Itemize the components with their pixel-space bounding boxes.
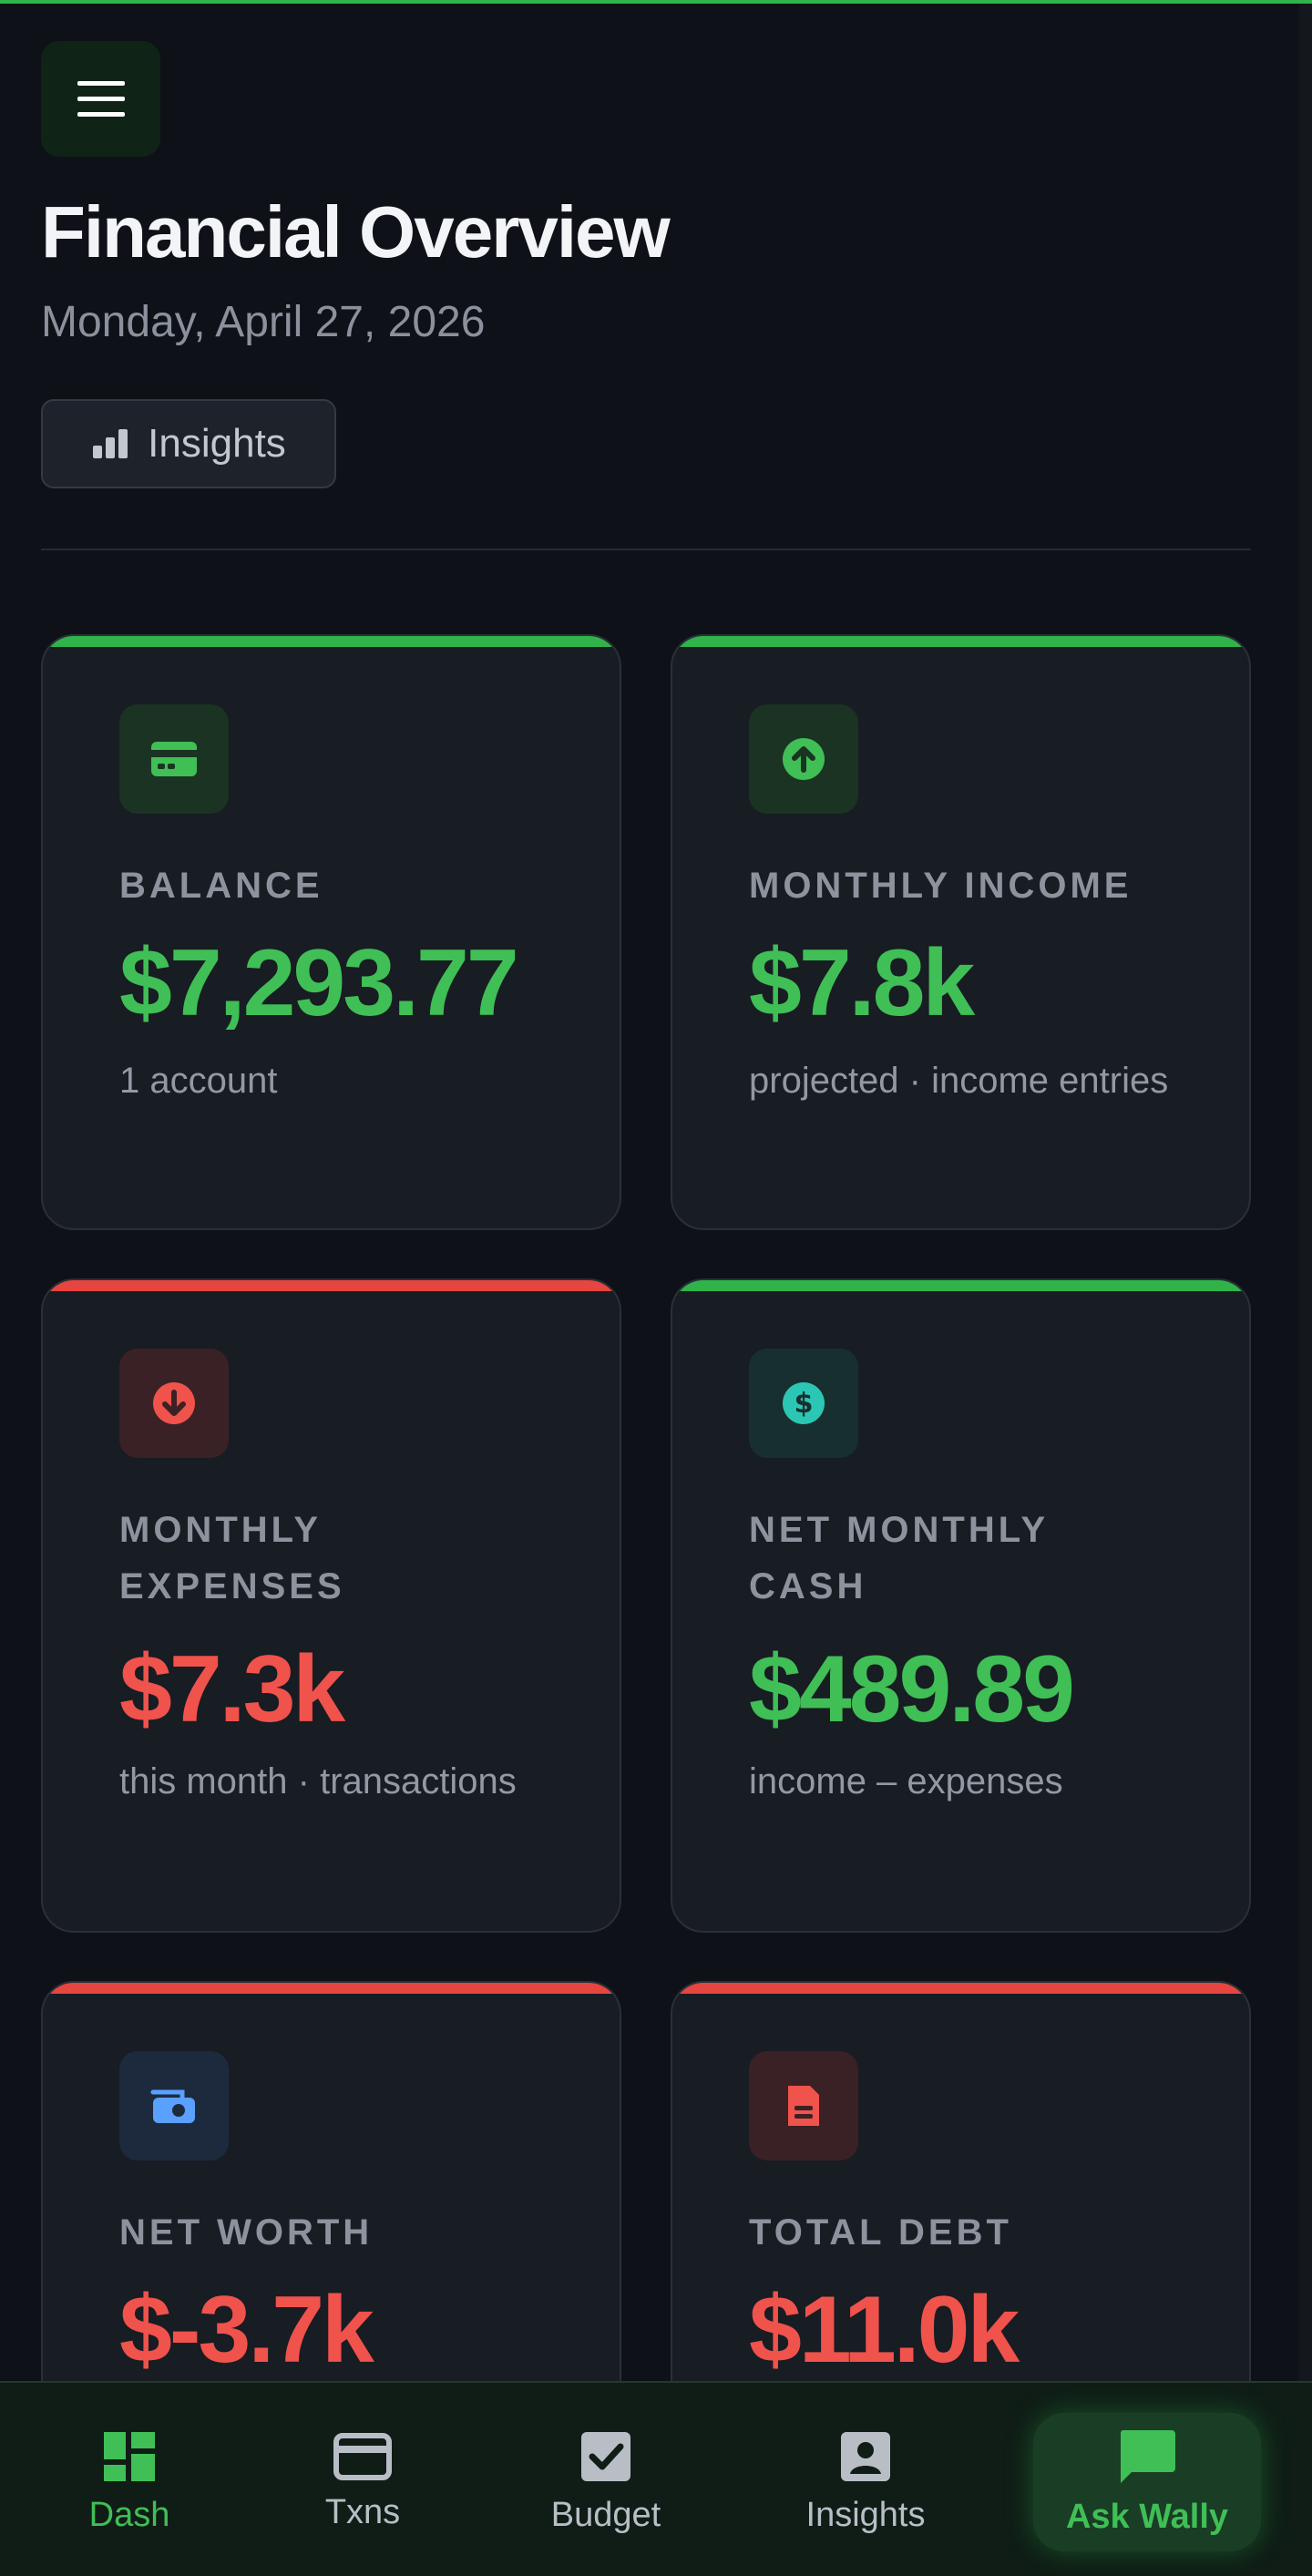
card-value: $7,293.77 xyxy=(119,930,519,1036)
nav-item-dash[interactable]: Dash xyxy=(56,2383,202,2576)
bottom-nav: Dash Txns Budget Insights Ask Wally xyxy=(0,2381,1312,2576)
nav-item-txns[interactable]: Txns xyxy=(290,2383,436,2576)
nav-label: Dash xyxy=(88,2495,170,2534)
card-label: MONTHLY EXPENSES xyxy=(119,1510,345,1606)
dashboard-icon xyxy=(104,2431,155,2481)
card-subtext: this month · transactions xyxy=(119,1761,517,1801)
balance-card[interactable]: BALANCE $7,293.77 1 account xyxy=(41,634,621,1230)
monthly-expenses-card[interactable]: MONTHLY EXPENSES $7.3k this month · tran… xyxy=(41,1278,621,1933)
scrollbar[interactable] xyxy=(1299,4,1312,2576)
bar-chart-icon xyxy=(93,429,128,458)
card-value: $489.89 xyxy=(749,1637,1075,1742)
nav-item-budget[interactable]: Budget xyxy=(533,2383,679,2576)
insights-button-label: Insights xyxy=(148,421,286,466)
monthly-income-card[interactable]: MONTHLY INCOME $7.8k projected · income … xyxy=(671,634,1251,1230)
page-title: Financial Overview xyxy=(41,191,671,272)
header-divider xyxy=(41,549,1251,550)
card-label: NET MONTHLY CASH xyxy=(749,1510,1049,1606)
ask-wally-button[interactable]: Ask Wally xyxy=(1033,2413,1261,2551)
card-value: $-3.7k xyxy=(119,2277,374,2383)
nav-label: Budget xyxy=(550,2495,661,2534)
card-accent-bar xyxy=(43,1280,620,1291)
menu-button[interactable] xyxy=(41,41,160,157)
card-accent-bar xyxy=(672,1983,1249,1994)
card-accent-bar xyxy=(43,1983,620,1994)
nav-label: Insights xyxy=(805,2495,926,2534)
arrow-down-circle-icon xyxy=(119,1349,229,1458)
card-subtext: income – expenses xyxy=(749,1761,1063,1801)
card-label: NET WORTH xyxy=(119,2212,374,2253)
card-value: $7.3k xyxy=(119,1637,345,1742)
person-icon xyxy=(841,2431,890,2481)
card-subtext: projected · income entries xyxy=(749,1061,1169,1101)
card-label: MONTHLY INCOME xyxy=(749,866,1133,906)
credit-card-icon xyxy=(119,704,229,814)
card-value: $7.8k xyxy=(749,930,975,1036)
document-icon xyxy=(749,2051,858,2160)
card-subtext: 1 account xyxy=(119,1061,278,1101)
dollar-circle-icon: $ xyxy=(749,1349,858,1458)
app-screen: Financial Overview Monday, April 27, 202… xyxy=(0,0,1312,2576)
card-label: BALANCE xyxy=(119,866,323,906)
card-value: $11.0k xyxy=(749,2277,1020,2383)
nav-item-insights[interactable]: Insights xyxy=(784,2383,948,2576)
wallet-icon xyxy=(119,2051,229,2160)
page-date: Monday, April 27, 2026 xyxy=(41,298,486,346)
arrow-up-circle-icon xyxy=(749,704,858,814)
card-accent-bar xyxy=(43,636,620,647)
insights-button[interactable]: Insights xyxy=(41,399,336,488)
svg-text:$: $ xyxy=(794,1388,814,1420)
card-accent-bar xyxy=(672,1280,1249,1291)
chat-bubble-icon xyxy=(1120,2429,1175,2483)
card-accent-bar xyxy=(672,636,1249,647)
nav-label: Txns xyxy=(324,2492,401,2531)
checkbox-icon xyxy=(581,2431,630,2481)
credit-card-icon xyxy=(333,2432,392,2480)
ask-wally-label: Ask Wally xyxy=(1065,2497,1229,2536)
card-label: TOTAL DEBT xyxy=(749,2212,1012,2253)
hamburger-icon xyxy=(77,80,125,117)
net-monthly-cash-card[interactable]: $ NET MONTHLY CASH $489.89 income – expe… xyxy=(671,1278,1251,1933)
